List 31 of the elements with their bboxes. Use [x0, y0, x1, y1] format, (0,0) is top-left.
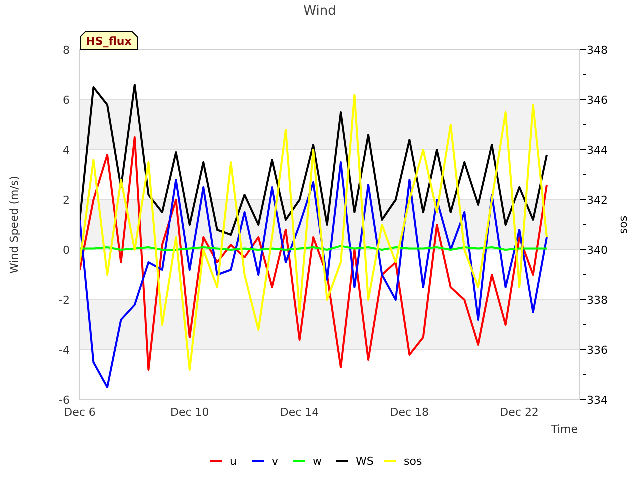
- x-tick-label: Dec 22: [500, 406, 539, 419]
- y2-tick-label: 342: [587, 194, 608, 207]
- legend-label: u: [230, 455, 237, 468]
- y-tick-label: -4: [59, 344, 70, 357]
- y2-tick-label: 346: [587, 94, 608, 107]
- y-tick-label: 6: [63, 94, 70, 107]
- y2-tick-label: 348: [587, 44, 608, 57]
- legend-label: v: [272, 455, 279, 468]
- y2-tick-label: 340: [587, 244, 608, 257]
- y-tick-label: -2: [59, 294, 70, 307]
- x-tick-label: Dec 10: [170, 406, 210, 419]
- y2-tick-label: 344: [587, 144, 608, 157]
- legend-label: w: [313, 455, 322, 468]
- badge: HS_flux: [80, 31, 138, 50]
- x-tick-label: Dec 18: [390, 406, 430, 419]
- y2-tick-label: 334: [587, 394, 608, 407]
- y-tick-label: 2: [63, 194, 70, 207]
- chart-title: Wind: [304, 4, 336, 19]
- y-tick-label: 4: [63, 144, 70, 157]
- x-tick-label: Dec 6: [64, 406, 96, 419]
- y2-tick-label: 338: [587, 294, 608, 307]
- x-tick-label: Dec 14: [280, 406, 320, 419]
- y-tick-label: -6: [59, 394, 70, 407]
- y2-tick-label: 336: [587, 344, 608, 357]
- legend-label: WS: [356, 455, 374, 468]
- legend-label: sos: [404, 455, 422, 468]
- y-tick-label: 0: [63, 244, 70, 257]
- y-tick-label: 8: [63, 44, 70, 57]
- x-axis-label: Time: [551, 423, 578, 436]
- y-axis-label: Wind Speed (m/s): [8, 176, 21, 274]
- y2-axis-label: sos: [617, 216, 630, 234]
